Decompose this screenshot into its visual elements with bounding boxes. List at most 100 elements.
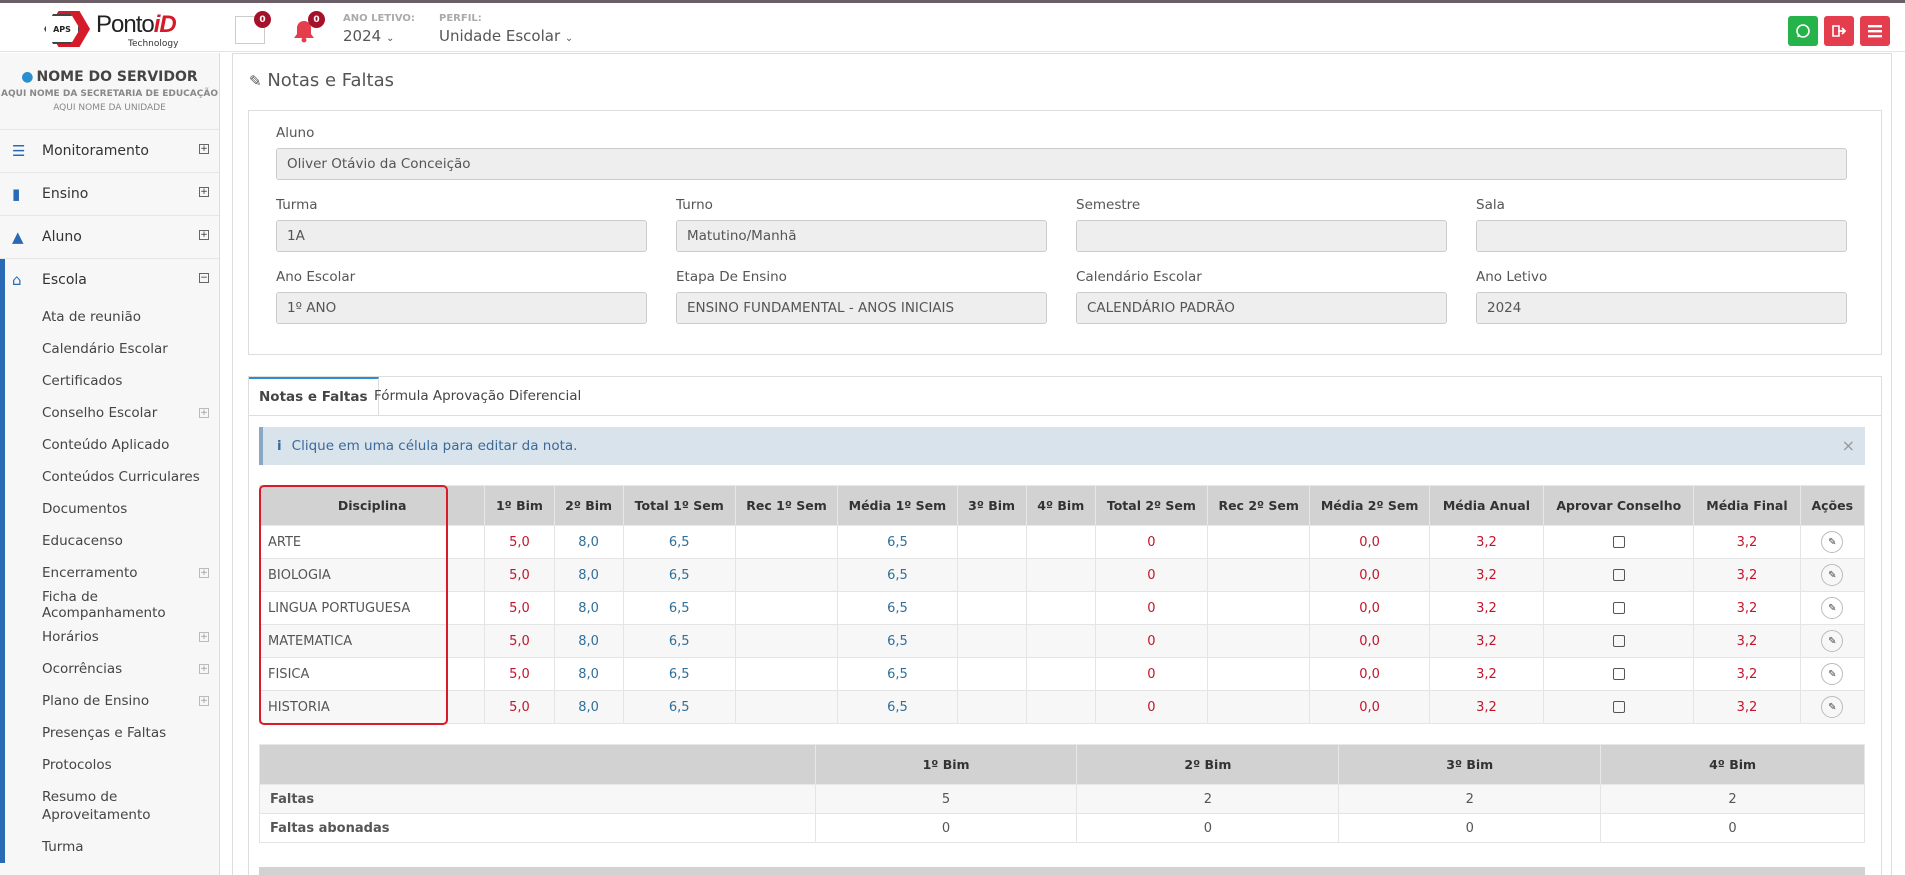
- turno-field[interactable]: Matutino/Manhã: [676, 220, 1047, 252]
- sidebar-subitem[interactable]: Educacenso: [0, 525, 219, 557]
- grade-cell[interactable]: [1025, 690, 1096, 724]
- calendario-field[interactable]: CALENDÁRIO PADRÃO: [1076, 292, 1447, 324]
- grade-cell[interactable]: [1025, 525, 1096, 559]
- sidebar-item-monitoramento[interactable]: ☰ Monitoramento +: [0, 129, 219, 172]
- edit-icon[interactable]: ✎: [1821, 630, 1844, 652]
- grade-cell[interactable]: [1206, 591, 1311, 625]
- grade-cell[interactable]: 8,0: [553, 624, 624, 658]
- grade-cell[interactable]: 6,5: [622, 690, 736, 724]
- messages-button[interactable]: 0: [235, 11, 271, 44]
- grade-cell[interactable]: [956, 591, 1027, 625]
- grade-cell[interactable]: 8,0: [553, 558, 624, 592]
- grade-cell[interactable]: 5,0: [484, 657, 555, 691]
- perfil-selector[interactable]: PERFIL: Unidade Escolar ⌄: [439, 13, 573, 45]
- grade-cell[interactable]: [1025, 624, 1096, 658]
- grade-cell[interactable]: 6,5: [837, 624, 958, 658]
- grade-cell[interactable]: [734, 525, 839, 559]
- grade-cell[interactable]: 0: [1094, 558, 1208, 592]
- aprovar-conselho-checkbox[interactable]: [1612, 701, 1625, 713]
- notifications-button[interactable]: 0: [290, 11, 325, 45]
- grade-cell[interactable]: [1206, 690, 1311, 724]
- grade-cell[interactable]: 6,5: [622, 591, 736, 625]
- grade-cell[interactable]: 6,5: [622, 657, 736, 691]
- grade-cell[interactable]: 5,0: [484, 558, 555, 592]
- sidebar-subitem[interactable]: Certificados: [0, 365, 219, 397]
- grade-cell[interactable]: 8,0: [553, 591, 624, 625]
- grade-cell[interactable]: 6,5: [622, 558, 736, 592]
- grade-cell[interactable]: 5,0: [484, 624, 555, 658]
- grade-cell[interactable]: 8,0: [553, 525, 624, 559]
- sidebar-subitem[interactable]: Calendário Escolar: [0, 333, 219, 365]
- logout-button[interactable]: [1824, 16, 1854, 46]
- grade-cell[interactable]: [734, 624, 839, 658]
- grade-cell[interactable]: 3,2: [1428, 558, 1545, 592]
- grade-cell[interactable]: 0,0: [1309, 657, 1430, 691]
- ano-escolar-field[interactable]: 1º ANO: [276, 292, 647, 324]
- sidebar-subitem[interactable]: Protocolos: [0, 749, 219, 781]
- grade-cell[interactable]: [1025, 591, 1096, 625]
- grade-cell[interactable]: 0,0: [1309, 690, 1430, 724]
- grade-cell[interactable]: [1206, 624, 1311, 658]
- sidebar-subitem[interactable]: Plano de Ensino +: [0, 685, 219, 717]
- grade-cell[interactable]: 6,5: [837, 525, 958, 559]
- edit-icon[interactable]: ✎: [1821, 696, 1844, 718]
- aprovar-conselho-checkbox[interactable]: [1612, 536, 1625, 548]
- sidebar-subitem[interactable]: Conteúdo Aplicado: [0, 429, 219, 461]
- edit-icon[interactable]: ✎: [1821, 597, 1844, 619]
- grade-cell[interactable]: 0: [1094, 525, 1208, 559]
- grade-cell[interactable]: [1206, 558, 1311, 592]
- sala-field[interactable]: [1476, 220, 1847, 252]
- grade-cell[interactable]: [1206, 657, 1311, 691]
- grade-cell[interactable]: 3,2: [1693, 591, 1801, 625]
- grade-cell[interactable]: 3,2: [1428, 624, 1545, 658]
- ano-letivo-field[interactable]: 2024: [1476, 292, 1847, 324]
- grade-cell[interactable]: [734, 558, 839, 592]
- grade-cell[interactable]: 0: [1094, 657, 1208, 691]
- semestre-field[interactable]: [1076, 220, 1447, 252]
- grade-cell[interactable]: 5,0: [484, 690, 555, 724]
- sidebar-subitem[interactable]: Resumo de Aproveitamento: [0, 781, 219, 831]
- grade-cell[interactable]: [956, 525, 1027, 559]
- sidebar-subitem[interactable]: Turma: [0, 831, 219, 863]
- grade-cell[interactable]: [734, 690, 839, 724]
- grade-cell[interactable]: 0: [1094, 591, 1208, 625]
- aprovar-conselho-checkbox[interactable]: [1612, 569, 1625, 581]
- grade-cell[interactable]: [1025, 558, 1096, 592]
- grade-cell[interactable]: 3,2: [1428, 525, 1545, 559]
- sidebar-subitem[interactable]: Encerramento +: [0, 557, 219, 589]
- grade-cell[interactable]: 0: [1094, 624, 1208, 658]
- tab-formula-aprovacao[interactable]: Fórmula Aprovação Diferencial: [364, 377, 591, 415]
- grade-cell[interactable]: 0: [1094, 690, 1208, 724]
- grade-cell[interactable]: 6,5: [837, 558, 958, 592]
- sidebar-subitem[interactable]: Conselho Escolar +: [0, 397, 219, 429]
- aprovar-conselho-checkbox[interactable]: [1612, 602, 1625, 614]
- grade-cell[interactable]: 0,0: [1309, 558, 1430, 592]
- grade-cell[interactable]: 3,2: [1428, 690, 1545, 724]
- sidebar-subitem[interactable]: Conteúdos Curriculares: [0, 461, 219, 493]
- etapa-field[interactable]: ENSINO FUNDAMENTAL - ANOS INICIAIS: [676, 292, 1047, 324]
- grade-cell[interactable]: 8,0: [553, 690, 624, 724]
- grade-cell[interactable]: 6,5: [837, 591, 958, 625]
- sidebar-subitem[interactable]: Ficha de Acompanhamento: [0, 589, 219, 621]
- aprovar-conselho-checkbox[interactable]: [1612, 668, 1625, 680]
- grade-cell[interactable]: [956, 690, 1027, 724]
- edit-icon[interactable]: ✎: [1821, 531, 1844, 553]
- grade-cell[interactable]: [734, 591, 839, 625]
- sidebar-subitem[interactable]: Horários +: [0, 621, 219, 653]
- tab-notas-faltas[interactable]: Notas e Faltas: [249, 377, 379, 415]
- grade-cell[interactable]: 6,5: [622, 624, 736, 658]
- grade-cell[interactable]: 3,2: [1693, 624, 1801, 658]
- grade-cell[interactable]: 6,5: [837, 657, 958, 691]
- edit-icon[interactable]: ✎: [1821, 663, 1844, 685]
- edit-icon[interactable]: ✎: [1821, 564, 1844, 586]
- grade-cell[interactable]: [734, 657, 839, 691]
- sidebar-item-ensino[interactable]: ▮ Ensino +: [0, 172, 219, 215]
- grade-cell[interactable]: [1025, 657, 1096, 691]
- grade-cell[interactable]: 5,0: [484, 525, 555, 559]
- grade-cell[interactable]: 0,0: [1309, 591, 1430, 625]
- grade-cell[interactable]: 3,2: [1693, 558, 1801, 592]
- grade-cell[interactable]: [956, 558, 1027, 592]
- aprovar-conselho-checkbox[interactable]: [1612, 635, 1625, 647]
- logo[interactable]: APS PontoiD Technology: [40, 5, 180, 53]
- sidebar-subitem[interactable]: Ata de reunião: [0, 301, 219, 333]
